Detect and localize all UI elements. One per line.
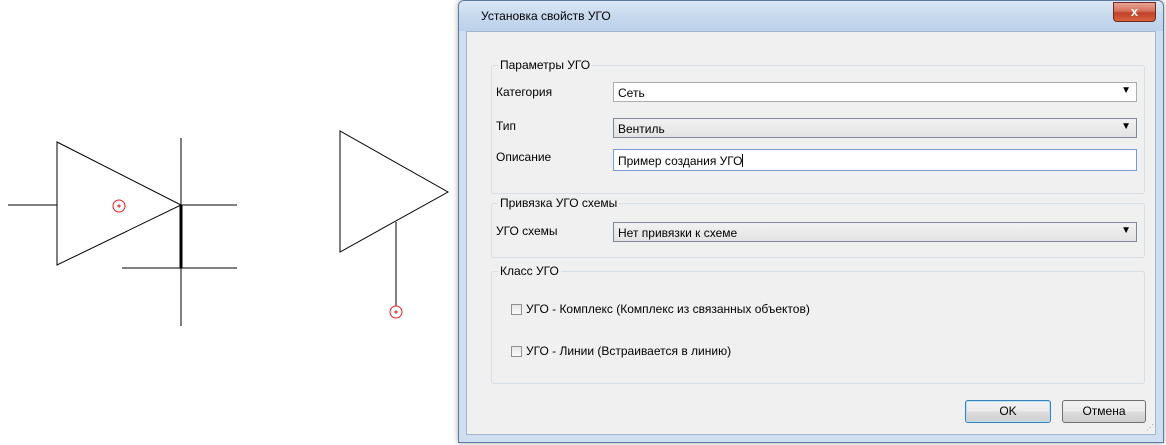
scheme-label: УГО схемы xyxy=(496,224,558,238)
cancel-button[interactable]: Отмена xyxy=(1062,400,1146,423)
description-label: Описание xyxy=(496,150,552,164)
lines-checkbox-row[interactable]: УГО - Линии (Встраивается в линию) xyxy=(511,344,731,358)
anchor-marker-dot xyxy=(394,310,398,314)
anchor-marker xyxy=(389,305,403,319)
diode-symbol[interactable] xyxy=(8,138,237,326)
triangle-body xyxy=(56,141,183,266)
complex-checkbox-row[interactable]: УГО - Комплекс (Комплекс из связанных об… xyxy=(511,302,810,316)
group-params-legend: Параметры УГО xyxy=(500,58,591,72)
chevron-down-icon: ▼ xyxy=(1121,225,1131,236)
close-icon: x xyxy=(1130,4,1139,19)
scheme-combo[interactable]: Нет привязки к схеме ▼ xyxy=(613,222,1137,242)
anchor-marker-dot xyxy=(117,204,121,208)
complex-checkbox[interactable] xyxy=(511,304,522,315)
valve-symbol[interactable] xyxy=(339,130,450,319)
category-label: Категория xyxy=(496,85,553,99)
description-value: Пример создания УГО xyxy=(618,154,744,168)
text-caret xyxy=(742,154,744,167)
scheme-value: Нет привязки к схеме xyxy=(618,226,738,240)
lines-checkbox[interactable] xyxy=(511,346,522,357)
category-value: Сеть xyxy=(618,86,645,100)
lines-checkbox-label: УГО - Линии (Встраивается в линию) xyxy=(526,344,732,358)
anchor-marker xyxy=(112,199,126,213)
close-button[interactable]: x xyxy=(1113,2,1156,22)
type-combo[interactable]: Вентиль ▼ xyxy=(613,118,1137,138)
resize-grip-icon[interactable]: ⋰ xyxy=(1146,423,1154,432)
chevron-down-icon: ▼ xyxy=(1121,121,1131,132)
type-value: Вентиль xyxy=(618,122,665,136)
type-label: Тип xyxy=(496,119,517,133)
group-binding-legend: Привязка УГО схемы xyxy=(500,196,618,210)
drawing-canvas[interactable] xyxy=(0,0,458,445)
group-class: Класс УГО xyxy=(491,264,1145,384)
properties-dialog: Установка свойств УГО x Параметры УГО Ка… xyxy=(458,0,1164,443)
chevron-down-icon: ▼ xyxy=(1121,85,1131,96)
description-field[interactable]: Пример создания УГО xyxy=(613,149,1137,171)
complex-checkbox-label: УГО - Комплекс (Комплекс из связанных об… xyxy=(526,302,810,316)
dialog-titlebar[interactable]: Установка свойств УГО x xyxy=(459,1,1163,31)
dialog-client: Параметры УГО Категория Сеть ▼ Тип Венти… xyxy=(466,31,1156,435)
dialog-title: Установка свойств УГО xyxy=(481,9,611,23)
triangle-body xyxy=(339,130,450,253)
ok-button[interactable]: OK xyxy=(965,400,1051,423)
group-class-legend: Класс УГО xyxy=(500,264,559,278)
category-combo[interactable]: Сеть ▼ xyxy=(613,82,1137,102)
